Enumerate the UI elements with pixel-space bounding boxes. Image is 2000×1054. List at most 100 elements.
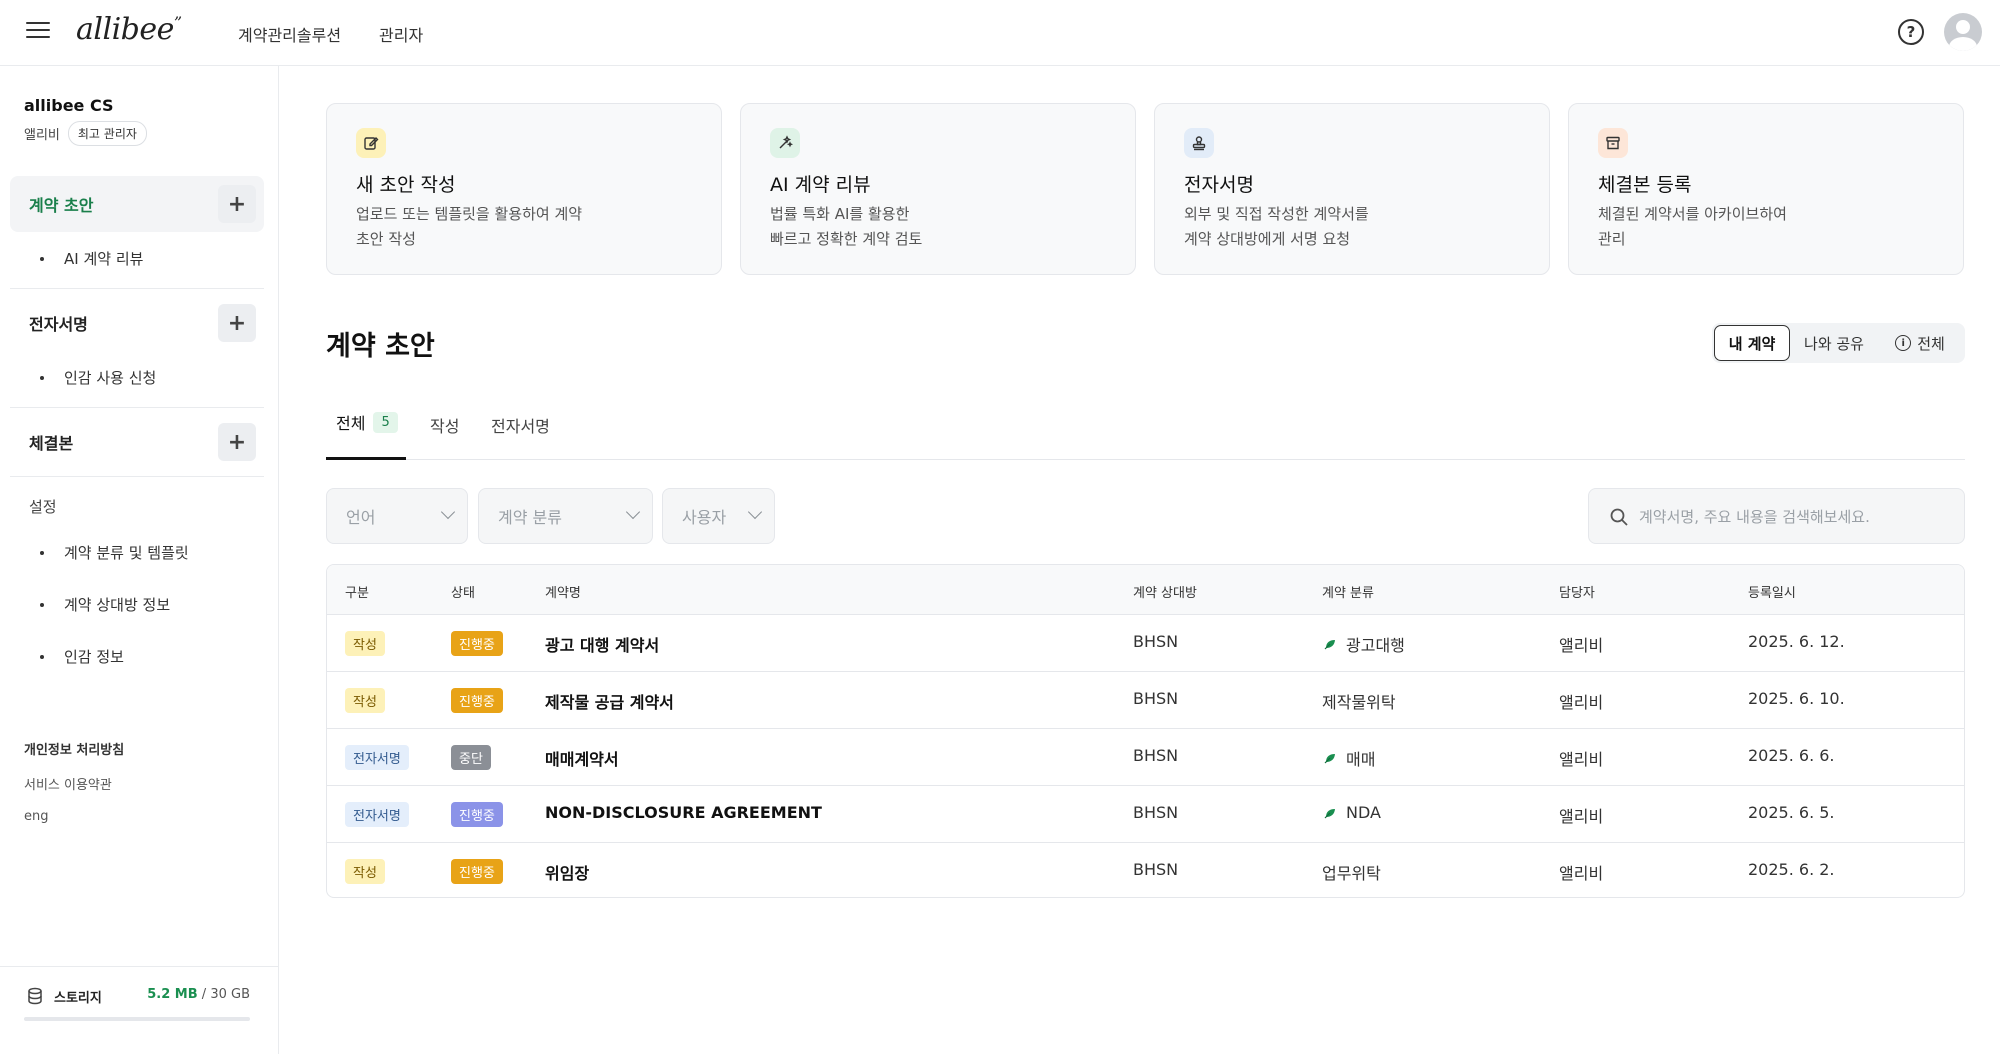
card-executed-register[interactable]: 체결본 등록 체결된 계약서를 아카이브하여 관리	[1568, 103, 1964, 275]
column-type[interactable]: 구분	[345, 582, 369, 601]
category: 업무위탁	[1322, 860, 1381, 884]
tab-esign[interactable]: 전자서명	[491, 410, 550, 440]
search-icon	[1610, 508, 1628, 526]
search-box	[1588, 488, 1965, 544]
chevron-down-icon	[440, 504, 456, 520]
counterparty: BHSN	[1133, 689, 1179, 708]
category-leaf-icon	[1324, 754, 1335, 764]
table-row[interactable]: 작성 진행중 위임장 BHSN 업무위탁 앨리비 2025. 6. 2.	[327, 843, 1964, 897]
counterparty: BHSN	[1133, 632, 1179, 651]
owner: 앨리비	[1559, 750, 1604, 769]
sidebar-item-seal-request[interactable]: 인감 사용 신청	[40, 367, 156, 388]
avatar[interactable]	[1944, 13, 1982, 51]
card-desc: 외부 및 직접 작성한 계약서를 계약 상대방에게 서명 요청	[1184, 205, 1369, 248]
column-registered-at[interactable]: 등록일시	[1748, 582, 1796, 601]
type-badge: 전자서명	[345, 745, 409, 770]
stamp-icon	[1184, 128, 1214, 158]
sidebar-section-draft[interactable]: 계약 초안 +	[10, 176, 264, 232]
segment-shared-with-me[interactable]: 나와 공유	[1790, 325, 1878, 361]
category: NDA	[1322, 803, 1381, 822]
status-badge: 진행중	[451, 802, 503, 827]
card-desc: 업로드 또는 템플릿을 활용하여 계약 초안 작성	[356, 205, 583, 248]
table-row[interactable]: 작성 진행중 광고 대행 계약서 BHSN 광고대행 앨리비 2025. 6. …	[327, 615, 1964, 672]
top-nav: 계약관리솔루션 관리자	[238, 22, 423, 46]
tab-drafting[interactable]: 작성	[430, 410, 459, 440]
nav-contract-solution[interactable]: 계약관리솔루션	[238, 22, 341, 46]
sparkle-icon	[770, 128, 800, 158]
sidebar-section-esign[interactable]: 전자서명 +	[10, 295, 264, 351]
ownership-segment: 내 계약 나와 공유 i 전체	[1712, 323, 1965, 363]
card-desc: 체결된 계약서를 아카이브하여 관리	[1598, 205, 1787, 248]
filter-user[interactable]: 사용자	[662, 488, 775, 544]
sidebar-item-ai-review[interactable]: AI 계약 리뷰	[40, 248, 143, 269]
sidebar-item-label: 계약 상대방 정보	[64, 596, 171, 614]
sidebar-item-label: AI 계약 리뷰	[64, 250, 144, 268]
chevron-down-icon	[625, 504, 641, 520]
role-badge: 최고 관리자	[67, 121, 147, 146]
menu-icon[interactable]	[26, 22, 50, 42]
add-executed-button[interactable]: +	[218, 423, 256, 461]
counterparty: BHSN	[1133, 860, 1179, 879]
registered-date: 2025. 6. 12.	[1748, 632, 1845, 651]
table-row[interactable]: 전자서명 중단 매매계약서 BHSN 매매 앨리비 2025. 6. 6.	[327, 729, 1964, 786]
filter-category[interactable]: 계약 분류	[478, 488, 653, 544]
table-row[interactable]: 전자서명 진행중 NON-DISCLOSURE AGREEMENT BHSN N…	[327, 786, 1964, 843]
segment-my-contracts[interactable]: 내 계약	[1714, 325, 1790, 361]
contract-name: 광고 대행 계약서	[545, 636, 660, 655]
tab-count-badge: 5	[373, 411, 398, 433]
language-link[interactable]: eng	[24, 809, 49, 824]
org-name: allibee CS	[24, 96, 114, 115]
add-draft-button[interactable]: +	[218, 185, 256, 223]
terms-link[interactable]: 서비스 이용약관	[24, 774, 112, 793]
tab-label: 전체	[336, 414, 366, 433]
type-badge: 전자서명	[345, 802, 409, 827]
column-owner[interactable]: 담당자	[1559, 582, 1595, 601]
owner: 앨리비	[1559, 693, 1604, 712]
column-contract-name[interactable]: 계약명	[545, 582, 581, 601]
edit-icon	[356, 128, 386, 158]
status-badge: 진행중	[451, 631, 503, 656]
filter-label: 언어	[346, 508, 376, 527]
logo-mark: ”	[173, 13, 182, 32]
sidebar-item-counterparty[interactable]: 계약 상대방 정보	[40, 594, 170, 615]
column-status[interactable]: 상태	[451, 582, 475, 601]
contract-name: 위임장	[545, 864, 590, 883]
privacy-policy-link[interactable]: 개인정보 처리방침	[24, 739, 124, 758]
user-name: 앨리비	[24, 128, 60, 143]
card-new-draft[interactable]: 새 초안 작성 업로드 또는 템플릿을 활용하여 계약 초안 작성	[326, 103, 722, 275]
card-esign[interactable]: 전자서명 외부 및 직접 작성한 계약서를 계약 상대방에게 서명 요청	[1154, 103, 1550, 275]
owner: 앨리비	[1559, 807, 1604, 826]
registered-date: 2025. 6. 10.	[1748, 689, 1845, 708]
add-esign-button[interactable]: +	[218, 304, 256, 342]
logo[interactable]: allibee”	[76, 12, 182, 47]
card-title: 전자서명	[1184, 174, 1254, 196]
registered-date: 2025. 6. 2.	[1748, 860, 1835, 879]
sidebar-item-category-template[interactable]: 계약 분류 및 템플릿	[40, 542, 189, 563]
help-icon[interactable]: ?	[1898, 19, 1924, 45]
filter-language[interactable]: 언어	[326, 488, 468, 544]
status-badge: 중단	[451, 745, 491, 770]
search-input[interactable]	[1639, 503, 1949, 531]
category: 매매	[1322, 746, 1375, 770]
sidebar-section-label: 전자서명	[29, 315, 88, 334]
column-category[interactable]: 계약 분류	[1322, 582, 1374, 601]
category-label: 제작물위탁	[1322, 693, 1396, 712]
page-title: 계약 초안	[326, 331, 435, 362]
owner: 앨리비	[1559, 636, 1604, 655]
sidebar-section-label: 체결본	[29, 434, 74, 453]
sidebar-item-seal-info[interactable]: 인감 정보	[40, 646, 124, 667]
sidebar-section-label: 계약 초안	[29, 196, 94, 215]
tab-all[interactable]: 전체 5	[336, 410, 398, 434]
card-ai-review[interactable]: AI 계약 리뷰 법률 특화 AI를 활용한 빠르고 정확한 계약 검토	[740, 103, 1136, 275]
type-badge: 작성	[345, 631, 385, 656]
filter-label: 계약 분류	[498, 508, 562, 527]
table-header: 구분 상태 계약명 계약 상대방 계약 분류 담당자 등록일시	[327, 565, 1964, 615]
sidebar-section-executed[interactable]: 체결본 +	[10, 414, 264, 470]
column-counterparty[interactable]: 계약 상대방	[1133, 582, 1197, 601]
segment-all[interactable]: i 전체	[1878, 325, 1962, 361]
tab-label: 전자서명	[491, 417, 550, 436]
contract-table: 구분 상태 계약명 계약 상대방 계약 분류 담당자 등록일시 작성 진행중 광…	[326, 564, 1965, 898]
nav-admin[interactable]: 관리자	[379, 22, 423, 46]
owner: 앨리비	[1559, 864, 1604, 883]
table-row[interactable]: 작성 진행중 제작물 공급 계약서 BHSN 제작물위탁 앨리비 2025. 6…	[327, 672, 1964, 729]
